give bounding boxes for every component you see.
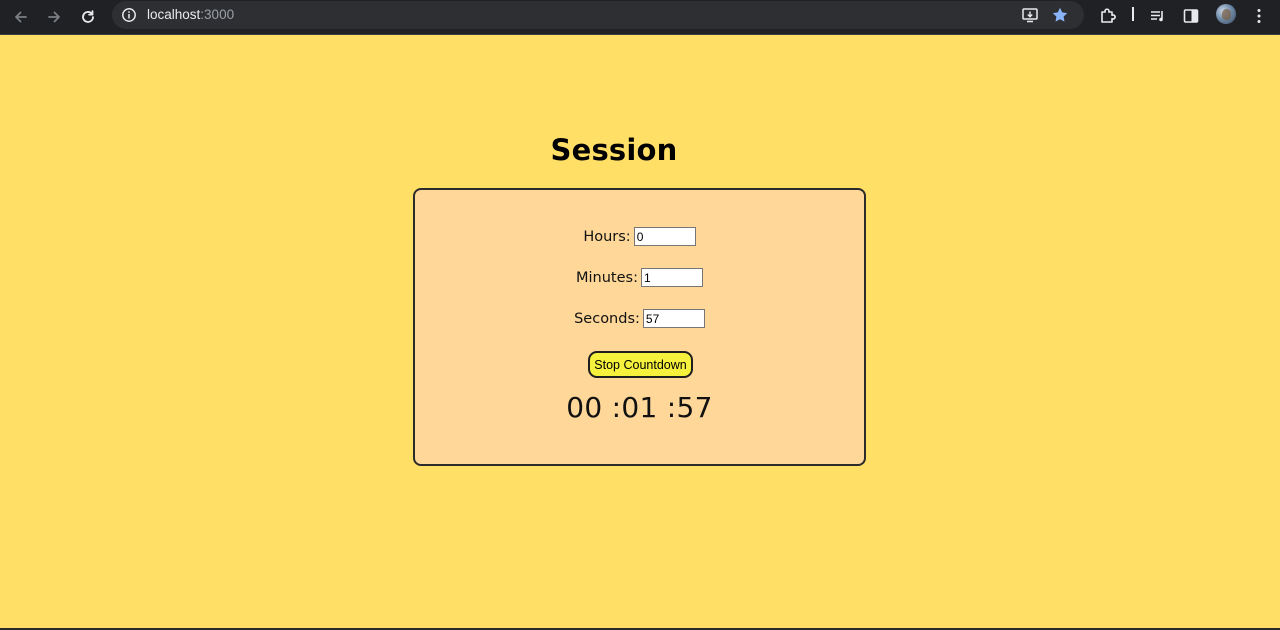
minutes-label: Minutes: <box>576 269 638 286</box>
more-menu-icon[interactable] <box>1246 3 1272 29</box>
extensions-puzzle-icon[interactable] <box>1095 3 1121 29</box>
profile-avatar[interactable] <box>1216 4 1236 24</box>
reload-icon[interactable] <box>75 4 101 30</box>
url-text: localhost:3000 <box>147 7 234 23</box>
seconds-label: Seconds: <box>574 310 640 327</box>
minutes-row: Minutes: <box>415 268 864 287</box>
page-viewport: Session Hours: Minutes: Seconds: Stop Co… <box>0 35 1280 628</box>
page-title: Session <box>550 133 678 167</box>
hours-row: Hours: <box>415 227 864 246</box>
address-bar[interactable]: localhost:3000 <box>112 1 1084 29</box>
seconds-row: Seconds: <box>415 309 864 328</box>
media-queue-icon[interactable] <box>1145 3 1171 29</box>
bookmark-star-icon[interactable] <box>1050 5 1070 25</box>
countdown-display: 00 :01 :57 <box>566 391 713 424</box>
toolbar-separator <box>1132 7 1134 21</box>
url-host: localhost <box>147 7 201 22</box>
seconds-input[interactable] <box>642 309 705 328</box>
stop-countdown-button[interactable]: Stop Countdown <box>588 351 693 378</box>
forward-arrow-icon[interactable] <box>41 4 67 30</box>
url-port: :3000 <box>200 7 235 22</box>
countdown-card: Hours: Minutes: Seconds: Stop Countdown … <box>413 188 866 466</box>
minutes-input[interactable] <box>640 268 703 287</box>
install-app-icon[interactable] <box>1020 5 1040 25</box>
hours-input[interactable] <box>633 227 696 246</box>
browser-toolbar: localhost:3000 <box>0 0 1280 35</box>
side-panel-icon[interactable] <box>1178 3 1204 29</box>
site-info-icon[interactable] <box>121 7 137 23</box>
hours-label: Hours: <box>583 228 631 245</box>
back-arrow-icon[interactable] <box>8 4 34 30</box>
